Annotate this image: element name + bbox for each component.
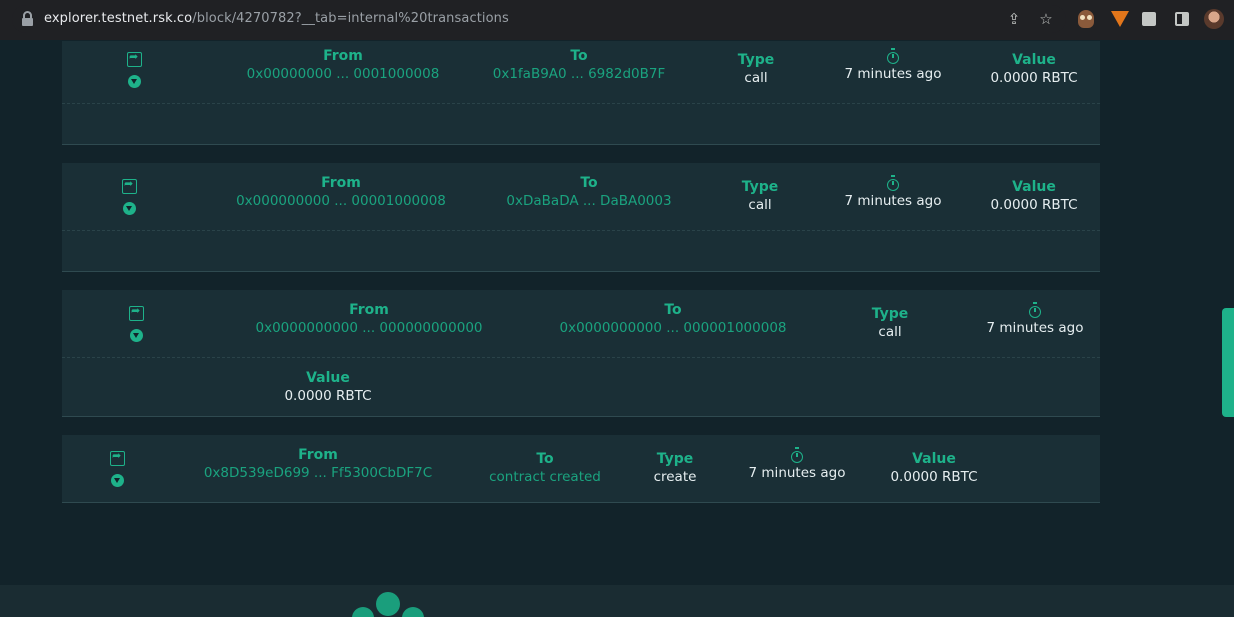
rsk-logo-dot [402, 607, 424, 617]
row-divider [62, 230, 1100, 231]
timer-icon [791, 447, 803, 463]
open-link-icon[interactable] [129, 304, 144, 321]
type-field: Type create [653, 451, 697, 485]
type-field: Type call [737, 52, 775, 86]
internal-transaction-card: From 0x000000000 ... 00001000008 To 0xDa… [62, 163, 1100, 272]
from-address-link[interactable]: 0x8D539eD699 ... Ff5300CbDF7C [202, 465, 434, 481]
to-address-link[interactable]: 0x1faB9A0 ... 6982d0B7F [492, 66, 666, 82]
age-field: 7 minutes ago [838, 48, 948, 82]
rsk-logo-dot [376, 592, 400, 616]
browser-toolbar: explorer.testnet.rsk.co/block/4270782?__… [0, 0, 1234, 40]
from-field: From 0x8D539eD699 ... Ff5300CbDF7C [202, 447, 434, 481]
chevron-down-icon[interactable] [111, 474, 124, 487]
age-field: 7 minutes ago [742, 447, 852, 481]
chevron-down-icon[interactable] [128, 75, 141, 88]
rsk-logo-dot [352, 607, 374, 617]
from-address-link[interactable]: 0x0000000000 ... 000000000000 [238, 320, 500, 336]
to-address-link[interactable]: 0x0000000000 ... 000001000008 [544, 320, 802, 336]
to-address-link[interactable]: 0xDaBaDA ... DaBA0003 [504, 193, 674, 209]
open-link-icon[interactable] [122, 177, 137, 194]
timer-icon [887, 175, 899, 191]
from-field: From 0x0000000000 ... 000000000000 [238, 302, 500, 336]
side-panel-icon[interactable] [1175, 12, 1189, 26]
row-divider [62, 103, 1100, 104]
to-field: To 0x1faB9A0 ... 6982d0B7F [492, 48, 666, 82]
side-feedback-tab[interactable] [1222, 308, 1234, 417]
value-field: Value 0.0000 RBTC [284, 370, 372, 404]
star-icon[interactable]: ☆ [1037, 10, 1055, 28]
footer [0, 585, 1234, 617]
type-field: Type call [741, 179, 779, 213]
row-divider [62, 357, 1100, 358]
type-field: Type call [871, 306, 909, 340]
value-field: Value 0.0000 RBTC [990, 52, 1078, 86]
from-field: From 0x000000000 ... 00001000008 [226, 175, 456, 209]
timer-icon [1029, 302, 1041, 318]
open-link-icon[interactable] [110, 449, 125, 466]
to-field: To 0x0000000000 ... 000001000008 [544, 302, 802, 336]
from-address-link[interactable]: 0x00000000 ... 0001000008 [238, 66, 448, 82]
to-field: To contract created [489, 451, 601, 485]
from-address-link[interactable]: 0x000000000 ... 00001000008 [226, 193, 456, 209]
profile-avatar[interactable] [1204, 9, 1224, 29]
timer-icon [887, 48, 899, 64]
age-field: 7 minutes ago [980, 302, 1090, 336]
age-field: 7 minutes ago [838, 175, 948, 209]
open-link-icon[interactable] [127, 50, 142, 67]
value-field: Value 0.0000 RBTC [890, 451, 978, 485]
internal-transaction-card: From 0x8D539eD699 ... Ff5300CbDF7C To co… [62, 435, 1100, 503]
url-text[interactable]: explorer.testnet.rsk.co/block/4270782?__… [44, 11, 509, 26]
metamask-fox-icon[interactable] [1111, 11, 1129, 27]
chevron-down-icon[interactable] [123, 202, 136, 215]
puzzle-extensions-icon[interactable] [1142, 12, 1156, 26]
from-field: From 0x00000000 ... 0001000008 [238, 48, 448, 82]
internal-transaction-card: From 0x00000000 ... 0001000008 To 0x1faB… [62, 41, 1100, 145]
internal-transaction-card: From 0x0000000000 ... 000000000000 To 0x… [62, 290, 1100, 417]
owl-extension-icon[interactable] [1078, 10, 1094, 28]
share-icon[interactable]: ⇪ [1005, 10, 1023, 28]
chevron-down-icon[interactable] [130, 329, 143, 342]
value-field: Value 0.0000 RBTC [990, 179, 1078, 213]
to-field: To 0xDaBaDA ... DaBA0003 [504, 175, 674, 209]
lock-icon[interactable] [22, 11, 33, 26]
